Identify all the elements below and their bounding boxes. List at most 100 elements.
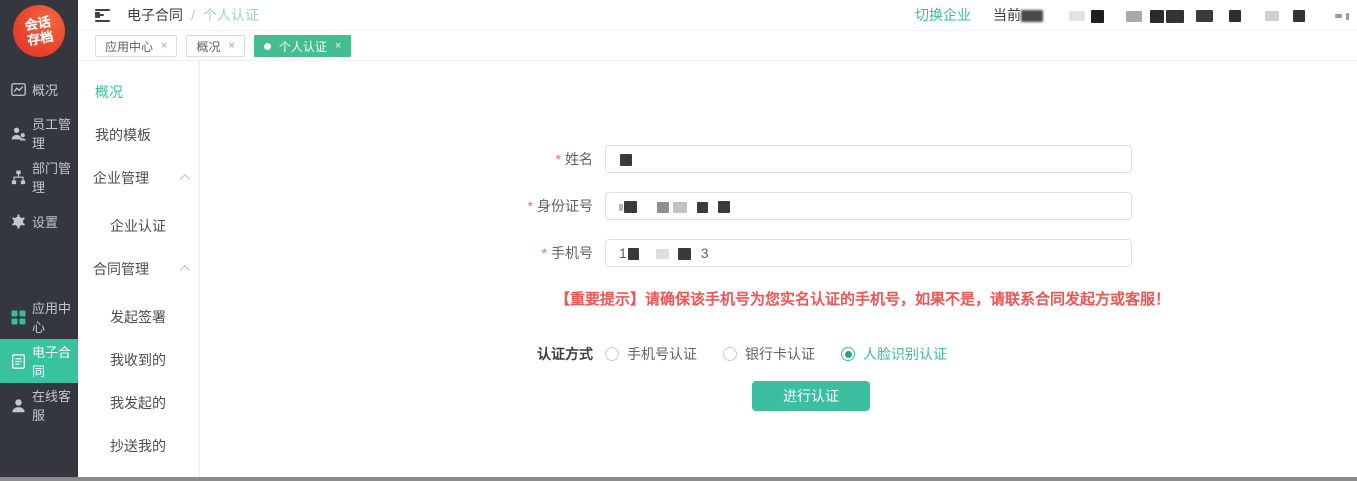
form-row-name: *姓名 bbox=[200, 145, 1357, 173]
main-content: *姓名 *身份证号 *手机号 13 【重要提示】请确保该手机号为您实名认证的手机… bbox=[200, 61, 1357, 477]
active-dot-icon bbox=[264, 43, 271, 50]
tab-label: 应用中心 bbox=[105, 38, 153, 55]
radio-bank-card-auth[interactable]: 银行卡认证 bbox=[723, 344, 815, 364]
sidebar-item-received[interactable]: 我收到的 bbox=[78, 338, 199, 381]
app-sidebar: 会话 存档 概况 员工管理 部门管理 设置 bbox=[0, 0, 78, 477]
sidebar-item-label: 部门管理 bbox=[32, 158, 78, 196]
tab-label: 概况 bbox=[196, 38, 220, 55]
sidebar-item-label: 员工管理 bbox=[32, 114, 78, 152]
module-sidebar: 概况 我的模板 企业管理 企业认证 合同管理 发起签署 我收到的 我发起的 抄送… bbox=[78, 61, 200, 477]
tab-overview[interactable]: 概况 × bbox=[186, 35, 244, 57]
radio-phone-auth[interactable]: 手机号认证 bbox=[605, 344, 697, 364]
current-company-redacted bbox=[1021, 7, 1349, 23]
proceed-auth-button[interactable]: 进行认证 bbox=[752, 381, 870, 411]
breadcrumb-current: 个人认证 bbox=[203, 5, 259, 25]
sidebar-item-cc-to-me[interactable]: 抄送我的 bbox=[78, 424, 199, 467]
app-sidebar-group-bottom: 应用中心 电子合同 在线客服 bbox=[0, 295, 78, 427]
radio-label: 银行卡认证 bbox=[745, 344, 815, 364]
important-warning-text: 【重要提示】请确保该手机号为您实名认证的手机号，如果不是，请联系合同发起方或客服… bbox=[555, 288, 1357, 309]
sidebar-item-label: 应用中心 bbox=[32, 298, 78, 336]
settings-gear-icon bbox=[11, 214, 26, 229]
tab-label: 个人认证 bbox=[279, 38, 327, 55]
departments-icon bbox=[11, 170, 26, 185]
phone-value-suffix: 3 bbox=[701, 245, 709, 261]
auth-method-label: 认证方式 bbox=[200, 344, 605, 364]
bottom-scrollbar[interactable] bbox=[0, 477, 1357, 481]
breadcrumb-separator: / bbox=[191, 7, 195, 23]
top-header: 电子合同 / 个人认证 切换企业 当前 bbox=[78, 0, 1357, 31]
chevron-up-icon bbox=[180, 265, 190, 275]
sidebar-item-app-center[interactable]: 应用中心 bbox=[0, 295, 78, 339]
app-logo-text: 会话 存档 bbox=[24, 14, 55, 48]
e-contract-icon bbox=[11, 354, 26, 369]
form-row-phone: *手机号 13 bbox=[200, 239, 1357, 267]
radio-circle-icon bbox=[841, 347, 855, 361]
current-company-prefix: 当前 bbox=[993, 5, 1021, 25]
sidebar-item-label: 企业管理 bbox=[93, 168, 149, 188]
chevron-up-icon bbox=[180, 174, 190, 184]
current-company: 当前 bbox=[993, 5, 1349, 25]
sidebar-item-label: 概况 bbox=[95, 82, 123, 102]
sidebar-item-overview[interactable]: 概况 bbox=[0, 67, 78, 111]
employees-icon bbox=[11, 126, 26, 141]
phone-label: *手机号 bbox=[200, 243, 605, 263]
app-center-icon bbox=[11, 310, 26, 325]
app-logo[interactable]: 会话 存档 bbox=[13, 5, 65, 57]
sidebar-item-employees[interactable]: 员工管理 bbox=[0, 111, 78, 155]
sidebar-item-initiate-signing[interactable]: 发起签署 bbox=[78, 295, 199, 338]
sidebar-item-overview-module[interactable]: 概况 bbox=[78, 70, 199, 113]
collapse-menu-icon[interactable] bbox=[95, 9, 111, 22]
tab-personal-auth[interactable]: 个人认证 × bbox=[254, 35, 351, 57]
sidebar-item-label: 我收到的 bbox=[110, 350, 166, 370]
name-label: *姓名 bbox=[200, 149, 605, 169]
header-right: 切换企业 当前 bbox=[915, 5, 1349, 25]
sidebar-item-label: 概况 bbox=[32, 80, 58, 99]
sidebar-item-company-auth[interactable]: 企业认证 bbox=[78, 204, 199, 247]
id-number-value-redacted bbox=[619, 198, 730, 214]
sidebar-item-label: 我发起的 bbox=[110, 393, 166, 413]
radio-circle-icon bbox=[605, 347, 619, 361]
sidebar-item-label: 在线客服 bbox=[32, 386, 78, 424]
sidebar-item-online-service[interactable]: 在线客服 bbox=[0, 383, 78, 427]
sidebar-item-my-templates[interactable]: 我的模板 bbox=[78, 113, 199, 156]
name-value-redacted bbox=[619, 151, 632, 167]
app-sidebar-group-top: 概况 员工管理 部门管理 设置 bbox=[0, 67, 78, 243]
id-number-field[interactable] bbox=[605, 192, 1132, 220]
tab-app-center[interactable]: 应用中心 × bbox=[95, 35, 177, 57]
breadcrumb-parent[interactable]: 电子合同 bbox=[127, 5, 183, 25]
sidebar-item-settings[interactable]: 设置 bbox=[0, 199, 78, 243]
phone-value-prefix: 1 bbox=[619, 245, 627, 261]
phone-field[interactable]: 13 bbox=[605, 239, 1132, 267]
sidebar-item-departments[interactable]: 部门管理 bbox=[0, 155, 78, 199]
name-field[interactable] bbox=[605, 145, 1132, 173]
sidebar-item-label: 电子合同 bbox=[32, 342, 78, 380]
close-icon[interactable]: × bbox=[335, 41, 341, 52]
phone-value-redacted bbox=[627, 245, 691, 261]
sidebar-item-label: 抄送我的 bbox=[110, 436, 166, 456]
breadcrumb: 电子合同 / 个人认证 bbox=[127, 5, 259, 25]
close-icon[interactable]: × bbox=[228, 41, 234, 52]
auth-method-row: 认证方式 手机号认证 银行卡认证 人脸识别认证 bbox=[200, 344, 1357, 364]
sidebar-item-label: 我的模板 bbox=[95, 125, 151, 145]
sidebar-group-contract-management[interactable]: 合同管理 bbox=[78, 247, 199, 290]
sidebar-item-e-contract[interactable]: 电子合同 bbox=[0, 339, 78, 383]
radio-circle-icon bbox=[723, 347, 737, 361]
required-asterisk: * bbox=[542, 245, 547, 261]
close-icon[interactable]: × bbox=[161, 41, 167, 52]
sidebar-item-label: 设置 bbox=[32, 212, 58, 231]
radio-face-recognition-auth[interactable]: 人脸识别认证 bbox=[841, 344, 947, 364]
id-number-label: *身份证号 bbox=[200, 196, 605, 216]
radio-label: 人脸识别认证 bbox=[863, 344, 947, 364]
overview-chart-icon bbox=[11, 82, 26, 97]
switch-company-link[interactable]: 切换企业 bbox=[915, 5, 971, 25]
sidebar-item-initiated-by-me[interactable]: 我发起的 bbox=[78, 381, 199, 424]
required-asterisk: * bbox=[556, 151, 561, 167]
form-row-id-number: *身份证号 bbox=[200, 192, 1357, 220]
required-asterisk: * bbox=[528, 198, 533, 214]
sidebar-item-label: 合同管理 bbox=[93, 259, 149, 279]
sidebar-item-label: 发起签署 bbox=[110, 307, 166, 327]
sidebar-group-company-management[interactable]: 企业管理 bbox=[78, 156, 199, 199]
personal-auth-form: *姓名 *身份证号 *手机号 13 【重要提示】请确保该手机号为您实名认证的手机… bbox=[200, 61, 1357, 411]
open-tabs-bar: 应用中心 × 概况 × 个人认证 × bbox=[78, 32, 1357, 61]
sidebar-item-label: 企业认证 bbox=[110, 216, 166, 236]
